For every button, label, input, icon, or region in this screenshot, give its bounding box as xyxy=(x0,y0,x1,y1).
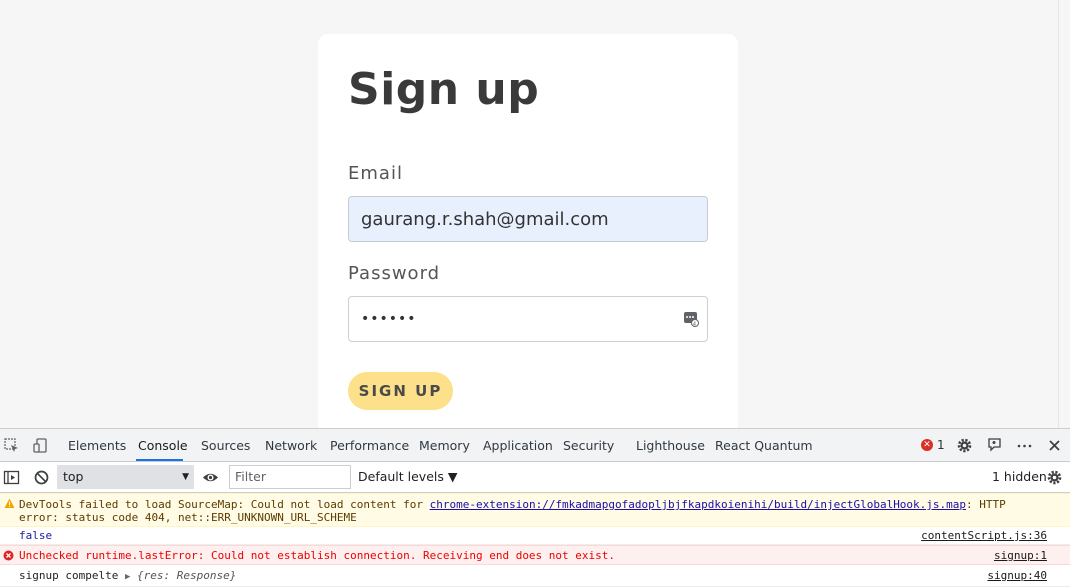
context-value: top xyxy=(63,469,84,484)
devtools-panel: Elements Console Sources Network Perform… xyxy=(0,428,1070,588)
email-value: gaurang.r.shah@gmail.com xyxy=(361,208,609,230)
log-levels-dropdown[interactable]: Default levels ▼ xyxy=(358,465,457,489)
password-value: •••••• xyxy=(361,311,417,327)
tab-react-quantum[interactable]: React Quantum xyxy=(715,429,813,462)
chevron-down-icon: ▼ xyxy=(182,472,189,482)
log-object[interactable]: {res: Response} xyxy=(137,569,236,582)
log-text: signup compelte xyxy=(19,569,125,582)
device-toolbar-icon[interactable] xyxy=(32,437,49,454)
error-icon: ✕ xyxy=(921,439,933,451)
feedback-icon[interactable] xyxy=(986,437,1003,454)
tab-performance[interactable]: Performance xyxy=(330,429,409,462)
password-field[interactable]: •••••• 4 xyxy=(348,296,708,342)
page-scrollbar[interactable] xyxy=(1058,0,1070,428)
close-icon[interactable] xyxy=(1046,437,1063,454)
source-link-signup-1[interactable]: signup:1 xyxy=(994,549,1047,562)
tab-elements[interactable]: Elements xyxy=(68,429,126,462)
more-options-icon[interactable] xyxy=(1016,437,1033,454)
tab-console[interactable]: Console xyxy=(138,429,188,462)
console-settings-gear-icon[interactable] xyxy=(1046,469,1063,486)
email-field[interactable]: gaurang.r.shah@gmail.com xyxy=(348,196,708,242)
signup-button[interactable]: SIGN UP xyxy=(348,372,453,410)
warning-text: DevTools failed to load SourceMap: Could… xyxy=(19,498,430,511)
password-manager-icon[interactable]: 4 xyxy=(683,311,699,327)
filter-input[interactable]: Filter xyxy=(229,465,351,489)
context-select[interactable]: top ▼ xyxy=(57,465,194,489)
error-circle-icon xyxy=(3,550,14,561)
log-value: false xyxy=(19,529,53,542)
signup-card: Sign up Email gaurang.r.shah@gmail.com P… xyxy=(318,34,738,428)
warning-icon xyxy=(4,498,15,508)
source-link-contentscript[interactable]: contentScript.js:36 xyxy=(921,529,1047,542)
tab-sources[interactable]: Sources xyxy=(201,429,250,462)
tab-application[interactable]: Application xyxy=(483,429,553,462)
console-log-false: false contentScript.js:36 xyxy=(0,527,1070,545)
live-expression-eye-icon[interactable] xyxy=(202,469,219,486)
error-count-badge[interactable]: ✕ 1 xyxy=(921,438,945,452)
tab-memory[interactable]: Memory xyxy=(419,429,470,462)
active-tab-indicator xyxy=(136,459,183,461)
tab-lighthouse[interactable]: Lighthouse xyxy=(636,429,705,462)
email-label: Email xyxy=(348,163,403,184)
console-filterbar: top ▼ Filter Default levels ▼ 1 hidden xyxy=(0,462,1070,493)
console-log-signup: signup compelte ▶ {res: Response} signup… xyxy=(0,565,1070,587)
svg-text:4: 4 xyxy=(693,322,697,328)
page-title: Sign up xyxy=(348,64,540,115)
password-label: Password xyxy=(348,263,441,284)
source-link-signup-40[interactable]: signup:40 xyxy=(987,569,1047,582)
page-viewport: Sign up Email gaurang.r.shah@gmail.com P… xyxy=(0,0,1070,428)
sourcemap-link[interactable]: chrome-extension://fmkadmapgofadopljbjfk… xyxy=(430,498,966,511)
tab-network[interactable]: Network xyxy=(265,429,317,462)
devtools-tabbar: Elements Console Sources Network Perform… xyxy=(0,429,1070,462)
expand-triangle-icon[interactable]: ▶ xyxy=(125,572,130,582)
sidebar-toggle-icon[interactable] xyxy=(3,469,20,486)
error-text: Unchecked runtime.lastError: Could not e… xyxy=(19,549,616,562)
error-count: 1 xyxy=(937,438,945,452)
settings-gear-icon[interactable] xyxy=(956,437,973,454)
console-error-message: Unchecked runtime.lastError: Could not e… xyxy=(0,545,1070,565)
inspect-element-icon[interactable] xyxy=(3,437,20,454)
console-warning-message: DevTools failed to load SourceMap: Could… xyxy=(0,493,1070,527)
clear-console-icon[interactable] xyxy=(33,469,50,486)
hidden-messages-count: 1 hidden xyxy=(992,469,1047,484)
tab-security[interactable]: Security xyxy=(563,429,614,462)
